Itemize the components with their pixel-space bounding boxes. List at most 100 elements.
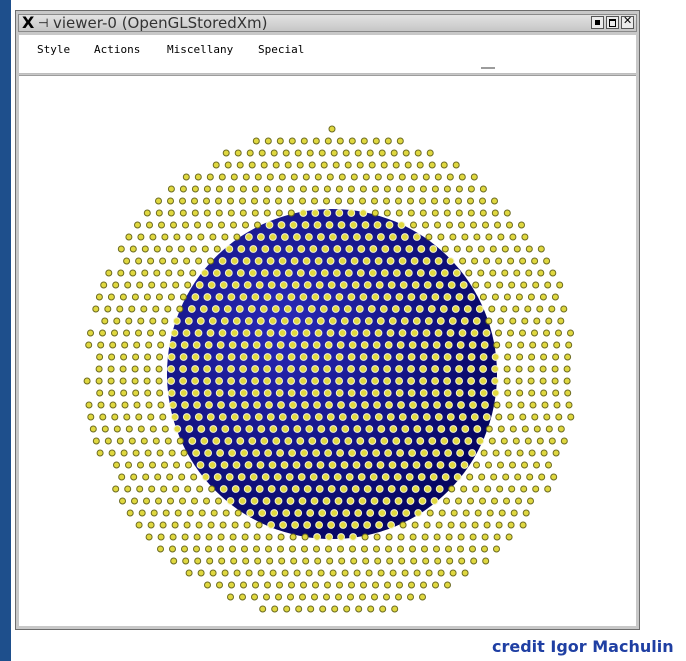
field-arrow — [239, 353, 248, 361]
field-arrow — [146, 221, 153, 229]
field-arrow — [469, 401, 477, 409]
field-arrow — [218, 557, 226, 565]
field-arrow — [219, 485, 228, 493]
close-button[interactable] — [621, 14, 634, 29]
field-arrow — [443, 209, 451, 217]
field-arrow — [433, 545, 440, 553]
field-arrow — [124, 281, 132, 289]
field-arrow — [431, 185, 439, 193]
field-arrow — [493, 401, 501, 409]
field-arrow — [242, 221, 249, 229]
field-arrow — [347, 293, 356, 301]
field-arrow — [179, 497, 186, 505]
field-arrow — [240, 341, 249, 349]
field-arrow — [227, 377, 236, 385]
field-arrow — [495, 329, 502, 337]
field-arrow — [514, 473, 522, 481]
field-arrow — [191, 497, 198, 505]
field-arrow — [373, 401, 381, 409]
field-arrow — [125, 461, 132, 469]
field-arrow — [246, 149, 254, 157]
menu-miscellany[interactable]: Miscellany — [167, 43, 233, 56]
field-arrow — [216, 581, 223, 589]
field-arrow — [254, 557, 262, 565]
field-arrow — [508, 281, 516, 289]
field-arrow — [418, 497, 427, 505]
menu-style[interactable]: Style — [37, 43, 70, 56]
field-arrow — [302, 257, 311, 265]
field-arrow — [435, 281, 444, 289]
field-arrow — [195, 521, 203, 529]
field-arrow — [379, 305, 388, 313]
field-arrow — [384, 581, 391, 589]
field-arrow — [288, 341, 297, 349]
field-arrow — [397, 533, 405, 541]
field-arrow — [425, 425, 434, 433]
field-arrow — [261, 245, 270, 253]
field-arrow — [185, 233, 193, 241]
field-arrow — [194, 329, 203, 337]
field-arrow — [417, 473, 426, 481]
field-arrow — [297, 473, 306, 481]
field-arrow — [432, 581, 439, 589]
field-arrow — [516, 449, 524, 457]
field-arrow — [349, 545, 356, 553]
field-arrow — [179, 377, 188, 385]
field-arrow — [410, 413, 419, 421]
opengl-canvas[interactable] — [19, 75, 636, 626]
field-arrow — [263, 593, 270, 601]
field-arrow — [337, 533, 346, 541]
field-arrow — [336, 449, 345, 457]
field-arrow — [185, 425, 194, 433]
maximize-button[interactable] — [606, 16, 619, 29]
field-arrow — [176, 305, 184, 313]
field-arrow — [517, 341, 525, 349]
field-arrow — [325, 545, 332, 553]
field-arrow — [458, 173, 466, 181]
pin-icon[interactable]: ⊣ — [38, 16, 48, 30]
field-arrow — [135, 521, 143, 529]
field-arrow — [295, 605, 303, 613]
window-controls — [591, 14, 634, 29]
field-arrow — [92, 437, 100, 445]
field-arrow — [491, 197, 498, 205]
field-arrow — [128, 437, 136, 445]
field-arrow — [389, 425, 398, 433]
field-arrow — [254, 221, 261, 229]
field-arrow — [440, 437, 449, 445]
field-arrow — [526, 473, 534, 481]
field-arrow — [507, 329, 514, 337]
minimize-button[interactable] — [591, 16, 604, 29]
field-arrow — [386, 257, 395, 265]
menu-actions[interactable]: Actions — [94, 43, 140, 56]
field-arrow — [398, 413, 407, 421]
title-bar[interactable]: X ⊣ viewer-0 (OpenGLStoredXm) — [18, 14, 637, 32]
field-arrow — [449, 569, 457, 577]
field-arrow — [458, 413, 467, 421]
field-arrow — [260, 161, 268, 169]
field-arrow — [428, 161, 436, 169]
field-arrow — [432, 449, 441, 457]
field-arrow — [96, 449, 104, 457]
field-arrow — [356, 161, 364, 169]
field-arrow — [233, 569, 241, 577]
field-arrow — [386, 173, 394, 181]
field-arrow — [331, 305, 340, 313]
field-arrow — [254, 413, 263, 421]
field-arrow — [271, 605, 279, 613]
field-arrow — [339, 485, 348, 493]
field-arrow — [470, 413, 479, 421]
field-arrow — [323, 353, 332, 361]
field-arrow — [377, 569, 385, 577]
field-arrow — [323, 209, 332, 217]
field-arrow — [444, 581, 451, 589]
field-arrow — [400, 461, 409, 469]
field-arrow — [89, 425, 97, 433]
menu-special[interactable]: Special — [258, 43, 304, 56]
field-arrow — [111, 329, 118, 337]
field-arrow — [201, 473, 210, 481]
field-arrow — [479, 353, 488, 361]
field-arrow — [375, 281, 384, 289]
field-arrow — [112, 485, 120, 493]
field-arrow — [371, 185, 379, 193]
